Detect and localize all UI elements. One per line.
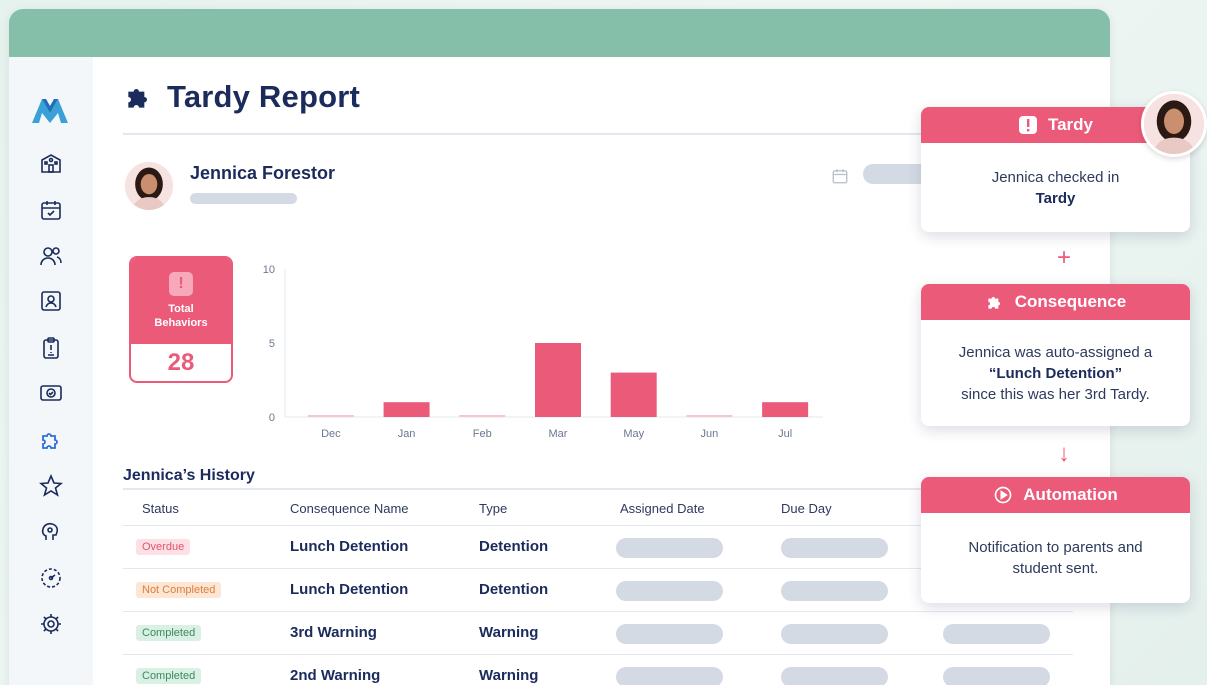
chart-bar-may[interactable] xyxy=(610,372,657,417)
assigned-date-placeholder xyxy=(616,581,723,601)
consequence-name: Lunch Detention xyxy=(290,538,409,555)
sidebar xyxy=(9,57,93,685)
consequence-type: Warning xyxy=(479,624,539,641)
assigned-date-placeholder xyxy=(616,538,723,558)
id-card-icon[interactable] xyxy=(37,287,65,315)
status-badge: Overdue xyxy=(136,539,191,555)
column-header-consequence[interactable]: Consequence Name xyxy=(290,501,409,516)
status-badge: Completed xyxy=(136,625,202,641)
clipboard-icon[interactable] xyxy=(37,334,65,362)
window-header xyxy=(9,9,1110,57)
consequence-name: Lunch Detention xyxy=(290,581,409,598)
dial-icon[interactable] xyxy=(37,564,65,592)
y-tick-label: 5 xyxy=(269,338,275,350)
due-day-placeholder xyxy=(781,667,888,685)
down-arrow-connector: ↓ xyxy=(1058,440,1070,467)
consequence-type: Warning xyxy=(479,667,539,684)
due-day-placeholder xyxy=(781,538,888,558)
automation-panel: Automation Notification to parents and s… xyxy=(921,477,1190,603)
assigned-date-placeholder xyxy=(616,624,723,644)
chart-bar-jul[interactable] xyxy=(762,402,809,417)
consequence-panel: Consequence Jennica was auto-assigned a … xyxy=(921,284,1190,426)
status-badge: Not Completed xyxy=(136,582,222,598)
extra-column-placeholder xyxy=(943,624,1050,644)
extra-column-placeholder xyxy=(943,667,1050,685)
consequence-panel-title: Consequence xyxy=(1014,292,1127,311)
title-row: Tardy Report xyxy=(123,79,360,115)
chart-bar-feb[interactable] xyxy=(459,415,506,417)
x-tick-label: Feb xyxy=(473,428,492,440)
automation-panel-body: Notification to parents and student sent… xyxy=(921,513,1190,579)
automation-panel-header: Automation xyxy=(921,477,1190,513)
chart-bar-jun[interactable] xyxy=(686,415,733,417)
automation-line1: Notification to parents and xyxy=(968,539,1143,556)
y-tick-label: 10 xyxy=(263,264,275,276)
alert-icon: ! xyxy=(169,272,193,296)
x-tick-label: Mar xyxy=(549,428,568,440)
consequence-panel-header: Consequence xyxy=(921,284,1190,320)
student-name: Jennica Forestor xyxy=(190,163,336,183)
consequence-name: 3rd Warning xyxy=(290,624,377,641)
due-day-placeholder xyxy=(781,624,888,644)
tardy-panel-title: Tardy xyxy=(1047,115,1094,134)
behavior-bar-chart: 0 5 10 Dec Jan Feb Mar May Jun Jul xyxy=(263,264,823,440)
plus-connector: + xyxy=(1056,244,1071,271)
calendar-check-icon[interactable] xyxy=(37,196,65,224)
column-header-status[interactable]: Status xyxy=(142,501,179,516)
column-header-due-day[interactable]: Due Day xyxy=(781,501,832,516)
x-tick-label: Jan xyxy=(398,428,416,440)
table-row[interactable]: Completed 3rd Warning Warning xyxy=(123,612,1073,655)
chart-bar-dec[interactable] xyxy=(307,415,354,417)
consequence-line1: Jennica was auto-assigned a xyxy=(958,344,1153,361)
total-behaviors-card: ! Total Behaviors 28 xyxy=(129,256,233,383)
automation-line2: student sent. xyxy=(1012,560,1099,577)
page-title: Tardy Report xyxy=(167,79,361,114)
gear-icon[interactable] xyxy=(37,610,65,638)
stat-label-line1: Total xyxy=(168,303,194,315)
star-icon[interactable] xyxy=(37,472,65,500)
consequence-name: 2nd Warning xyxy=(290,667,381,684)
tardy-panel-body: Jennica checked in Tardy xyxy=(921,143,1190,209)
avatar[interactable] xyxy=(123,160,175,212)
stat-label-line2: Behaviors xyxy=(154,317,208,329)
consequence-type: Detention xyxy=(479,538,549,555)
assigned-date-placeholder xyxy=(616,667,723,685)
school-icon[interactable] xyxy=(37,149,65,177)
stat-card-header: ! Total Behaviors xyxy=(131,258,231,344)
y-tick-label: 0 xyxy=(269,412,275,424)
student-subtitle-placeholder xyxy=(190,193,297,204)
avatar xyxy=(1141,91,1207,157)
column-header-assigned-date[interactable]: Assigned Date xyxy=(620,501,705,516)
x-tick-label: Jun xyxy=(701,428,719,440)
table-row[interactable]: Completed 2nd Warning Warning xyxy=(123,655,1073,685)
ticket-icon[interactable] xyxy=(37,379,65,407)
automation-panel-title: Automation xyxy=(1023,485,1118,504)
puzzle-icon xyxy=(988,297,1000,309)
consequence-line3: since this was her 3rd Tardy. xyxy=(961,386,1150,403)
automation-icon xyxy=(994,486,1012,504)
consequence-panel-body: Jennica was auto-assigned a “Lunch Deten… xyxy=(921,320,1190,405)
chart-bar-jan[interactable] xyxy=(383,402,430,417)
column-header-type[interactable]: Type xyxy=(479,501,507,516)
tardy-line2: Tardy xyxy=(1035,190,1076,207)
chart-bar-mar[interactable] xyxy=(535,343,581,417)
brain-icon[interactable] xyxy=(37,518,65,546)
stat-value: 28 xyxy=(167,349,195,376)
alert-icon xyxy=(1018,116,1037,134)
calendar-icon[interactable] xyxy=(831,167,849,185)
tardy-line1: Jennica checked in xyxy=(991,169,1120,186)
brand-logo[interactable] xyxy=(30,95,70,125)
consequence-line2: “Lunch Detention” xyxy=(988,365,1123,382)
x-tick-label: Jul xyxy=(778,428,792,440)
x-tick-label: May xyxy=(623,428,644,440)
puzzle-icon[interactable] xyxy=(37,426,65,454)
due-day-placeholder xyxy=(781,581,888,601)
puzzle-icon xyxy=(128,89,147,108)
history-title: Jennica’s History xyxy=(123,467,255,484)
consequence-type: Detention xyxy=(479,581,549,598)
stat-label: Total Behaviors xyxy=(154,302,207,330)
x-tick-label: Dec xyxy=(321,428,341,440)
status-badge: Completed xyxy=(136,668,202,684)
users-icon[interactable] xyxy=(37,242,65,270)
